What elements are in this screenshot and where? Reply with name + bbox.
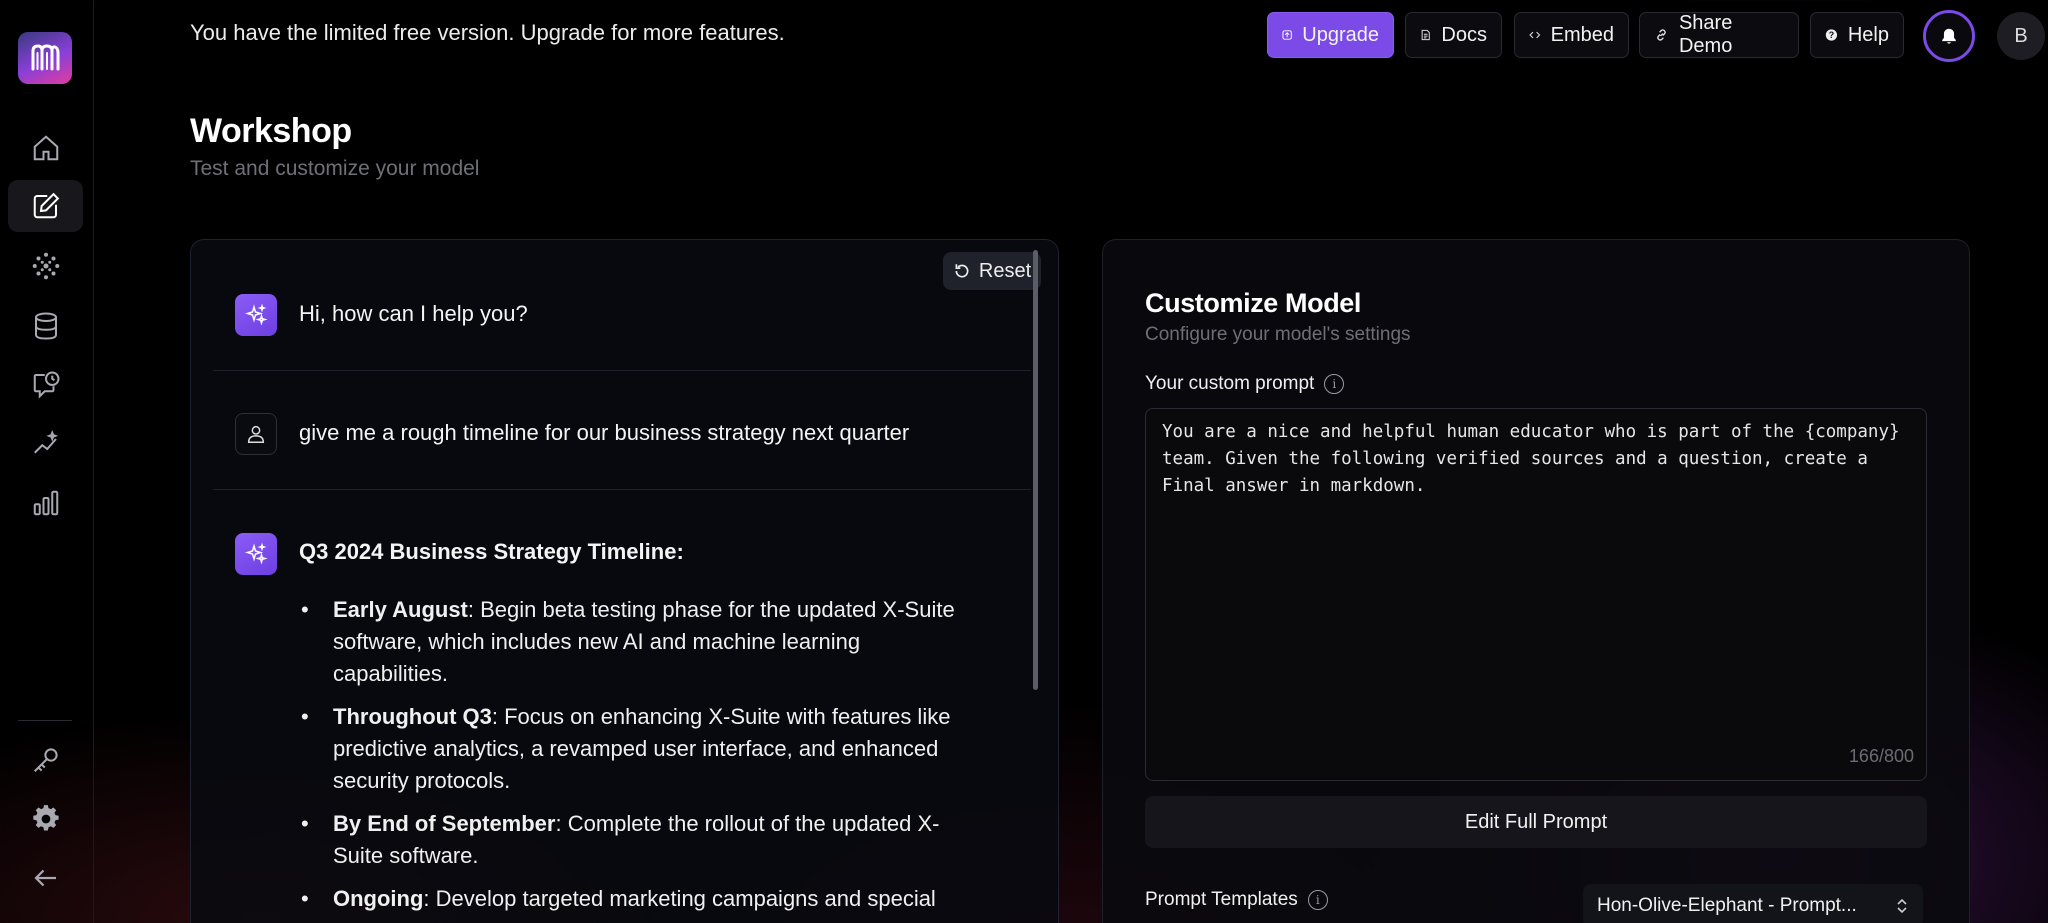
message-divider [213,370,1031,371]
arrow-left-icon [33,869,56,887]
network-dots-icon [32,252,59,280]
list-item: Throughout Q3: Focus on enhancing X-Suit… [301,701,973,797]
logo-icon [31,44,60,71]
custom-prompt-label-text: Your custom prompt [1145,373,1315,394]
upgrade-label: Upgrade [1302,23,1379,46]
item-heading: Ongoing [333,886,424,911]
user-icon [235,413,277,455]
prompt-templates-label-text: Prompt Templates [1145,889,1298,910]
bot-answer: Q3 2024 Business Strategy Timeline: [235,533,684,575]
sidebar-item-database[interactable] [8,300,83,352]
svg-text:?: ? [1829,30,1834,40]
link-icon [1657,29,1666,41]
database-icon [34,312,57,340]
edit-full-prompt-button[interactable]: Edit Full Prompt [1145,796,1927,848]
key-icon [33,748,58,772]
item-heading: Early August [333,597,468,622]
item-heading: Throughout Q3 [333,704,492,729]
bell-icon [1942,28,1956,44]
page-subtitle: Test and customize your model [190,157,480,180]
page-title: Workshop [190,112,352,150]
prompt-template-value: Hon-Olive-Elephant - Prompt... [1597,895,1857,916]
share-demo-button[interactable]: Share Demo [1639,12,1799,58]
item-heading: By End of September [333,811,556,836]
sidebar [0,0,94,923]
sidebar-item-network[interactable] [8,240,83,292]
sparkle-chart-icon [33,429,58,454]
document-icon [1421,29,1430,41]
character-counter: 166/800 [1848,746,1914,766]
code-icon [1529,31,1541,39]
customize-title: Customize Model [1145,288,1362,318]
sidebar-item-analytics[interactable] [8,418,83,470]
answer-title: Q3 2024 Business Strategy Timeline: [299,539,684,564]
answer-list: Early August: Begin beta testing phase f… [301,594,973,923]
reset-button[interactable]: Reset [943,252,1041,290]
message-divider [213,489,1031,490]
reset-label: Reset [978,259,1032,282]
app-logo[interactable] [18,32,72,84]
item-text: : Develop targeted marketing campaigns a… [423,886,936,911]
sidebar-item-home[interactable] [8,122,83,174]
custom-prompt-text: You are a nice and helpful human educato… [1162,422,1900,496]
sidebar-item-chat-history[interactable] [8,359,83,411]
list-item: Ongoing: Develop targeted marketing camp… [301,883,973,915]
help-label: Help [1847,23,1889,46]
docs-label: Docs [1441,23,1487,46]
embed-button[interactable]: Embed [1514,12,1629,58]
list-item: By End of September: Complete the rollou… [301,808,973,872]
share-demo-label: Share Demo [1678,12,1733,57]
help-circle-icon: ? [1825,29,1838,41]
help-button[interactable]: ? Help [1810,12,1904,58]
custom-prompt-textarea[interactable]: You are a nice and helpful human educato… [1145,408,1927,781]
bar-chart-icon [33,490,58,516]
list-item: Early August: Begin beta testing phase f… [301,594,973,690]
sidebar-collapse[interactable] [8,852,83,904]
sidebar-item-workshop[interactable] [8,180,83,232]
chat-panel: Reset Hi, how can I help you? give me a … [190,239,1059,923]
reset-icon [955,264,969,278]
bot-message-text: Hi, how can I help you? [299,301,528,326]
bot-message: Hi, how can I help you? [235,294,528,336]
info-icon[interactable]: i [1307,890,1328,910]
upgrade-button[interactable]: Upgrade [1267,12,1394,58]
sidebar-item-settings[interactable] [8,793,83,845]
edit-tools-icon [33,192,59,219]
user-avatar[interactable]: B [1997,12,2045,60]
user-message: give me a rough timeline for our busines… [235,413,909,455]
customize-model-panel: Customize Model Configure your model's s… [1102,239,1970,923]
upgrade-icon [1282,30,1292,40]
sidebar-item-api-keys[interactable] [8,734,83,786]
chevron-up-down-icon [1897,898,1907,914]
custom-prompt-label: Your custom prompt i [1145,373,1345,395]
prompt-templates-label: Prompt Templates i [1145,889,1328,911]
sidebar-divider [18,720,72,721]
sparkles-icon [235,294,277,336]
embed-label: Embed [1550,23,1614,46]
info-icon[interactable]: i [1324,374,1345,394]
customize-subtitle: Configure your model's settings [1145,324,1411,345]
home-icon [33,135,58,161]
gear-icon [32,805,59,831]
sidebar-item-reports[interactable] [8,477,83,529]
free-version-banner: You have the limited free version. Upgra… [190,20,785,45]
docs-button[interactable]: Docs [1405,12,1502,58]
chat-scrollbar[interactable] [1033,250,1038,690]
chat-clock-icon [33,371,59,399]
user-message-text: give me a rough timeline for our busines… [299,420,910,445]
notifications-button[interactable] [1923,10,1975,62]
sparkles-icon [235,533,277,575]
prompt-template-select[interactable]: Hon-Olive-Elephant - Prompt... [1583,884,1923,923]
